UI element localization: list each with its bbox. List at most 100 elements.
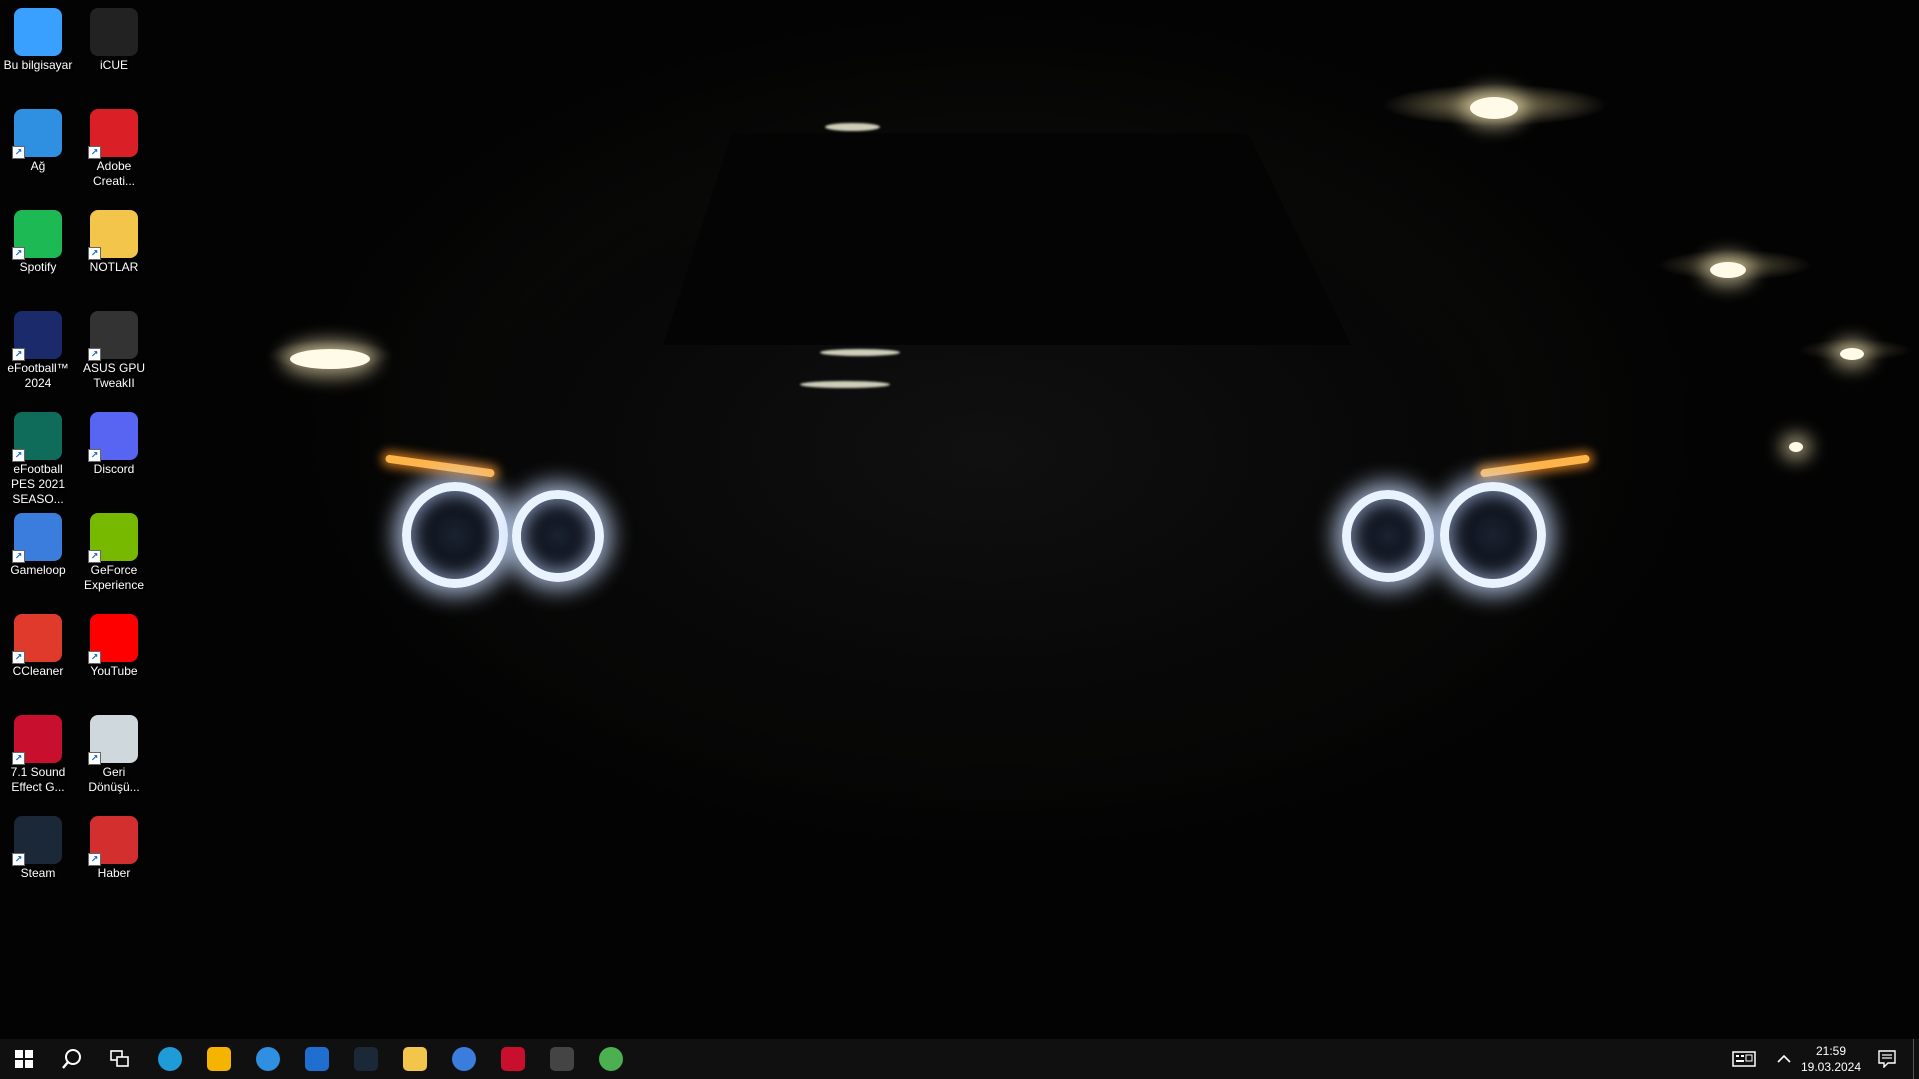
desktop-icon-label: iCUE [99,58,128,72]
desktop-icon-label: Haber [97,866,131,880]
headlight-left-outer [402,482,508,588]
action-center-button[interactable] [1863,1039,1911,1079]
desktop-icon-label: 7.1 Sound Effect G... [10,765,66,794]
desktop-icon[interactable]: ↗ Adobe Creati... [76,103,152,189]
desktop-icon[interactable]: ↗ Steam [0,810,76,881]
shortcut-arrow-icon: ↗ [88,247,101,260]
system-clock[interactable]: 21:59 19.03.2024 [1791,1043,1871,1075]
desktop-icon-label: eFootball PES 2021 SEASO... [10,462,66,506]
desktop-icon[interactable]: ↗ CCleaner [0,608,76,679]
shortcut-arrow-icon: ↗ [12,449,25,462]
taskbar-app-internet-explorer[interactable] [244,1039,292,1079]
pes-2021-icon: ↗ [12,412,62,462]
desktop-icon[interactable]: ↗ Gameloop [0,507,76,578]
search-icon [62,1049,81,1069]
desktop-icon-label: Discord [93,462,135,476]
notification-icon [1878,1050,1896,1068]
recycle-bin-icon: ↗ [88,715,138,765]
taskbar-app-asus-gpu-tweak[interactable] [538,1039,586,1079]
taskbar-app-edge[interactable] [146,1039,194,1079]
asus-gpu-tweak-icon [550,1047,574,1071]
shortcut-arrow-icon: ↗ [12,348,25,361]
desktop-icon[interactable]: ↗ ASUS GPU TweakII [76,305,152,391]
edge-icon [158,1047,182,1071]
shortcut-arrow-icon: ↗ [12,247,25,260]
sound-effect-icon [501,1047,525,1071]
desktop-icon[interactable]: ↗ YouTube [76,608,152,679]
news-icon: ↗ [88,816,138,866]
desktop-icon-label: Spotify [19,260,57,274]
efootball-icon: ↗ [12,311,62,361]
shortcut-arrow-icon: ↗ [88,651,101,664]
desktop-icon[interactable]: ↗ eFootball™ 2024 [0,305,76,391]
shortcut-arrow-icon: ↗ [88,348,101,361]
desktop-icon[interactable]: ↗ Spotify [0,204,76,275]
internet-explorer-icon [256,1047,280,1071]
start-button[interactable] [0,1039,48,1079]
youtube-icon: ↗ [88,614,138,664]
desktop-icon-label: ASUS GPU TweakII [82,361,145,390]
desktop-icon[interactable]: ↗ Ağ [0,103,76,174]
chevron-up-icon [1777,1054,1791,1063]
clock-date: 19.03.2024 [1800,1060,1862,1074]
desktop-icon[interactable]: iCUE [76,2,152,73]
sound-effect-icon: ↗ [12,715,62,765]
hood-reflection [800,381,890,388]
shortcut-arrow-icon: ↗ [12,146,25,159]
adobe-creative-cloud-icon: ↗ [88,109,138,159]
chrome-icon [599,1047,623,1071]
nvidia-icon: ↗ [88,513,138,563]
taskbar-app-gameloop[interactable] [440,1039,488,1079]
taskbar-app-store[interactable] [195,1039,243,1079]
desktop-icon-label: Gameloop [10,563,66,577]
ccleaner-icon: ↗ [12,614,62,664]
taskbar-app-chrome[interactable] [587,1039,635,1079]
folder-icon [403,1047,427,1071]
discord-icon: ↗ [88,412,138,462]
shortcut-arrow-icon: ↗ [12,853,25,866]
ceiling-lamp [1710,262,1746,278]
desktop-wallpaper: Bu bilgisayar iCUE ↗ Ağ ↗ Adobe Creati... ↗ Spo… [0,0,1919,1039]
desktop-icon[interactable]: ↗ eFootball PES 2021 SEASO... [0,406,76,507]
ceiling-lamp [1470,97,1518,119]
icue-icon [90,8,138,56]
desktop-icon[interactable]: ↗ 7.1 Sound Effect G... [0,709,76,795]
taskbar: 21:59 19.03.2024 [0,1039,1919,1079]
steam-icon: ↗ [12,816,62,866]
show-desktop-strip[interactable] [1913,1039,1919,1079]
clock-time: 21:59 [1815,1044,1847,1058]
input-indicator-button[interactable] [1722,1039,1766,1079]
desktop-icon-label: GeForce Experience [83,563,145,592]
desktop-icon[interactable]: ↗ Discord [76,406,152,477]
shortcut-arrow-icon: ↗ [88,752,101,765]
desktop-icon[interactable]: ↗ NOTLAR [76,204,152,275]
computer-icon [14,8,62,56]
shortcut-arrow-icon: ↗ [12,651,25,664]
shortcut-arrow-icon: ↗ [88,550,101,563]
shortcut-arrow-icon: ↗ [12,752,25,765]
desktop-icon[interactable]: ↗ Geri Dönüşü... [76,709,152,795]
asus-gpu-tweak-icon: ↗ [88,311,138,361]
store-icon [207,1047,231,1071]
desktop-icon[interactable]: ↗ GeForce Experience [76,507,152,593]
desktop-icon-label: Steam [20,866,56,880]
spotify-icon: ↗ [12,210,62,260]
desktop-icon-label: CCleaner [12,664,64,678]
hood-reflection [820,349,900,356]
desktop-icon-label: Geri Dönüşü... [88,765,140,794]
desktop-icon-label: YouTube [90,664,138,678]
taskbar-app-file-explorer[interactable] [391,1039,439,1079]
desktop-icon[interactable]: ↗ Haber [76,810,152,881]
taskbar-app-steam[interactable] [342,1039,390,1079]
headlight-left-inner [512,490,604,582]
taskbar-app-media-player[interactable] [293,1039,341,1079]
desktop-icon-label: eFootball™ 2024 [7,361,69,390]
gameloop-icon: ↗ [12,513,62,563]
desktop-icon[interactable]: Bu bilgisayar [0,2,76,73]
windows-icon [15,1050,33,1068]
task-view-button[interactable] [96,1039,144,1079]
headlight-right-inner [1342,490,1434,582]
taskbar-app-sound-effect[interactable] [489,1039,537,1079]
shortcut-arrow-icon: ↗ [88,449,101,462]
search-button[interactable] [48,1039,96,1079]
